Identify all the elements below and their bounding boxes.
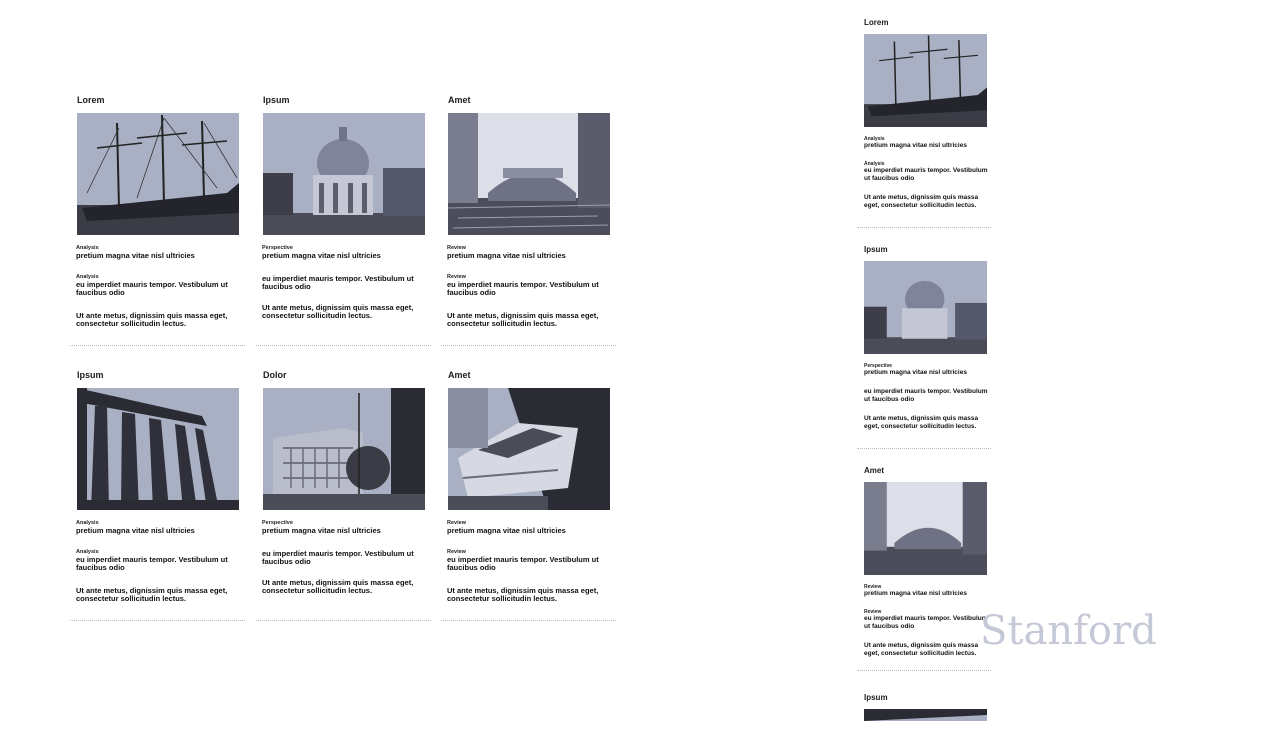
card-line: Ut ante metus, dignissim quis massa eget… <box>262 303 414 320</box>
mobile-card-ipsum-2[interactable]: Ipsum <box>857 690 991 730</box>
card-title: Ipsum <box>77 370 104 380</box>
card-line: pretium magna vitae nisl ultricies <box>262 526 381 535</box>
card-line: pretium magna vitae nisl ultricies <box>864 590 967 597</box>
card-line: eu imperdiet mauris tempor. Vestibulum u… <box>262 549 414 566</box>
mobile-card-amet[interactable]: Amet Review pretium magna vitae nisl ult… <box>857 463 991 671</box>
card-line: pretium magna vitae nisl ultricies <box>447 526 566 535</box>
card-title: Amet <box>448 370 471 380</box>
card-line: Ut ante metus, dignissim quis massa eget… <box>262 578 414 595</box>
card-line: pretium magna vitae nisl ultricies <box>76 251 195 260</box>
columns-icon[interactable] <box>77 388 239 510</box>
colosseum-icon[interactable] <box>263 388 425 510</box>
card-line: eu imperdiet mauris tempor. Vestibulum u… <box>262 274 414 291</box>
bridge-icon[interactable] <box>864 482 987 575</box>
train-icon[interactable] <box>448 388 610 510</box>
card-lorem[interactable]: Lorem Analysis pretium magna vitae nisl … <box>70 92 245 346</box>
card-dolor[interactable]: Dolor Perspective pretium magna vitae ni… <box>256 367 431 621</box>
card-line: pretium magna vitae nisl ultricies <box>864 369 967 376</box>
mobile-card-ipsum[interactable]: Ipsum Perspective pretium magna vitae ni… <box>857 242 991 449</box>
columns-icon[interactable] <box>864 709 987 721</box>
ship-icon[interactable] <box>77 113 239 235</box>
stanford-wordmark: Stanford <box>980 608 1157 654</box>
card-title: Ipsum <box>263 95 290 105</box>
card-line: Ut ante metus, dignissim quis massa eget… <box>447 311 599 328</box>
card-line: eu imperdiet mauris tempor. Vestibulum u… <box>447 555 599 572</box>
card-line: eu imperdiet mauris tempor. Vestibulum u… <box>864 167 988 182</box>
card-line: Ut ante metus, dignissim quis massa eget… <box>76 311 228 328</box>
card-title: Amet <box>864 466 885 475</box>
card-title: Amet <box>448 95 471 105</box>
card-line: pretium magna vitae nisl ultricies <box>262 251 381 260</box>
card-title: Lorem <box>77 95 105 105</box>
card-amet[interactable]: Amet Review pretium magna vitae nisl ult… <box>441 92 616 346</box>
card-line: pretium magna vitae nisl ultricies <box>76 526 195 535</box>
card-line: pretium magna vitae nisl ultricies <box>447 251 566 260</box>
card-ipsum-2[interactable]: Ipsum Analysis pretium magna vitae nisl … <box>70 367 245 621</box>
card-line: eu imperdiet mauris tempor. Vestibulum u… <box>864 388 988 403</box>
card-line: eu imperdiet mauris tempor. Vestibulum u… <box>864 615 988 630</box>
card-line: Ut ante metus, dignissim quis massa eget… <box>864 194 979 209</box>
card-title: Dolor <box>263 370 287 380</box>
card-line: eu imperdiet mauris tempor. Vestibulum u… <box>76 555 228 572</box>
ship-icon[interactable] <box>864 34 987 127</box>
card-line: Ut ante metus, dignissim quis massa eget… <box>76 586 228 603</box>
card-line: eu imperdiet mauris tempor. Vestibulum u… <box>76 280 228 297</box>
domed-church-icon[interactable] <box>263 113 425 235</box>
mobile-card-lorem[interactable]: Lorem Analysis pretium magna vitae nisl … <box>857 15 991 228</box>
bridge-icon[interactable] <box>448 113 610 235</box>
domed-church-icon[interactable] <box>864 261 987 354</box>
card-amet-2[interactable]: Amet Review pretium magna vitae nisl ult… <box>441 367 616 621</box>
card-line: Ut ante metus, dignissim quis massa eget… <box>864 415 979 430</box>
card-line: eu imperdiet mauris tempor. Vestibulum u… <box>447 280 599 297</box>
card-ipsum[interactable]: Ipsum Perspective pretium magna vitae ni… <box>256 92 431 346</box>
card-title: Ipsum <box>864 245 888 254</box>
card-line: pretium magna vitae nisl ultricies <box>864 142 967 149</box>
card-line: Ut ante metus, dignissim quis massa eget… <box>864 642 979 657</box>
card-title: Lorem <box>864 18 889 27</box>
card-title: Ipsum <box>864 693 888 702</box>
card-line: Ut ante metus, dignissim quis massa eget… <box>447 586 599 603</box>
